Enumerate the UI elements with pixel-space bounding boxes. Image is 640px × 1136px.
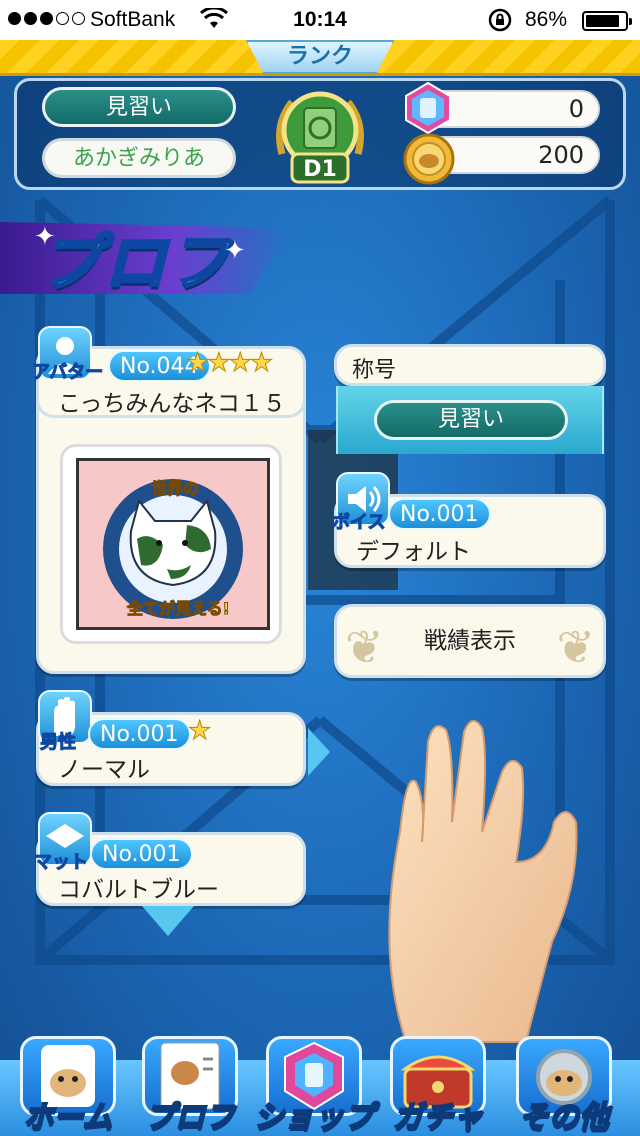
expand-arrow-icon[interactable] (308, 728, 330, 776)
sparkle-icon: ✦ (224, 236, 246, 266)
gem-icon (405, 81, 451, 135)
title-slot-label: 称号 (352, 358, 397, 383)
title-slot-button[interactable]: 見習い (374, 400, 568, 440)
nav-gacha-button[interactable]: ガチャ (382, 1030, 494, 1136)
battle-record-label: 戦績表示 (424, 628, 516, 654)
mat-number-badge: No.001 (90, 838, 193, 870)
nav-profile-button[interactable]: プロフ (134, 1030, 246, 1136)
avatar-star-rating: ★★★★ (185, 348, 273, 379)
nav-shop-label: ショップ (253, 1099, 375, 1136)
nav-shop-button[interactable]: ショップ (253, 1030, 375, 1136)
nav-profile-label: プロフ (144, 1099, 236, 1136)
player-title-badge: 見習い (42, 87, 236, 127)
status-bar: SoftBank 10:14 86% (0, 0, 640, 40)
scroll-down-arrow-icon[interactable] (142, 906, 194, 936)
nav-home-label: ホーム (22, 1099, 113, 1136)
nav-gacha-label: ガチャ (392, 1099, 484, 1136)
avatar-name: こっちみんなネコ１５ (58, 391, 286, 417)
nav-other-label: その他 (518, 1099, 610, 1136)
player-name: あかぎみりあ (42, 138, 236, 178)
mat-name: コバルトブルー (58, 877, 219, 903)
male-star-rating: ★ (187, 716, 211, 747)
male-number-badge: No.001 (88, 718, 191, 750)
avatar-image: 世界の 全てが見える! (76, 458, 270, 630)
rank-badge-text: D1 (303, 157, 337, 182)
nav-other-button[interactable]: その他 (508, 1030, 620, 1136)
voice-name: デフォルト (356, 539, 471, 565)
avatar-caption-bottom: 全てが見える! (127, 599, 231, 619)
avatar-caption-top: 世界の (150, 479, 200, 499)
rank-emblem-icon: D1 (276, 91, 364, 184)
battery-percent: 86% (525, 8, 568, 31)
nav-home-button[interactable]: ホーム (12, 1030, 124, 1136)
coin-icon (403, 133, 455, 185)
rotation-lock-icon (488, 8, 512, 32)
laurel-left-icon: ❦ (345, 620, 384, 674)
battery-icon (582, 11, 632, 31)
battle-record-button[interactable]: ❦ 戦績表示 ❦ (334, 604, 606, 678)
hand-model-image (388, 720, 578, 1043)
voice-category-label: ボイス (331, 512, 386, 534)
avatar-category-label: アバター (31, 362, 104, 384)
male-name: ノーマル (58, 757, 150, 783)
voice-number-badge: No.001 (388, 498, 491, 530)
sparkle-icon: ✦ (34, 222, 56, 252)
laurel-right-icon: ❦ (556, 620, 595, 674)
rank-tab[interactable]: ランク (246, 40, 394, 74)
